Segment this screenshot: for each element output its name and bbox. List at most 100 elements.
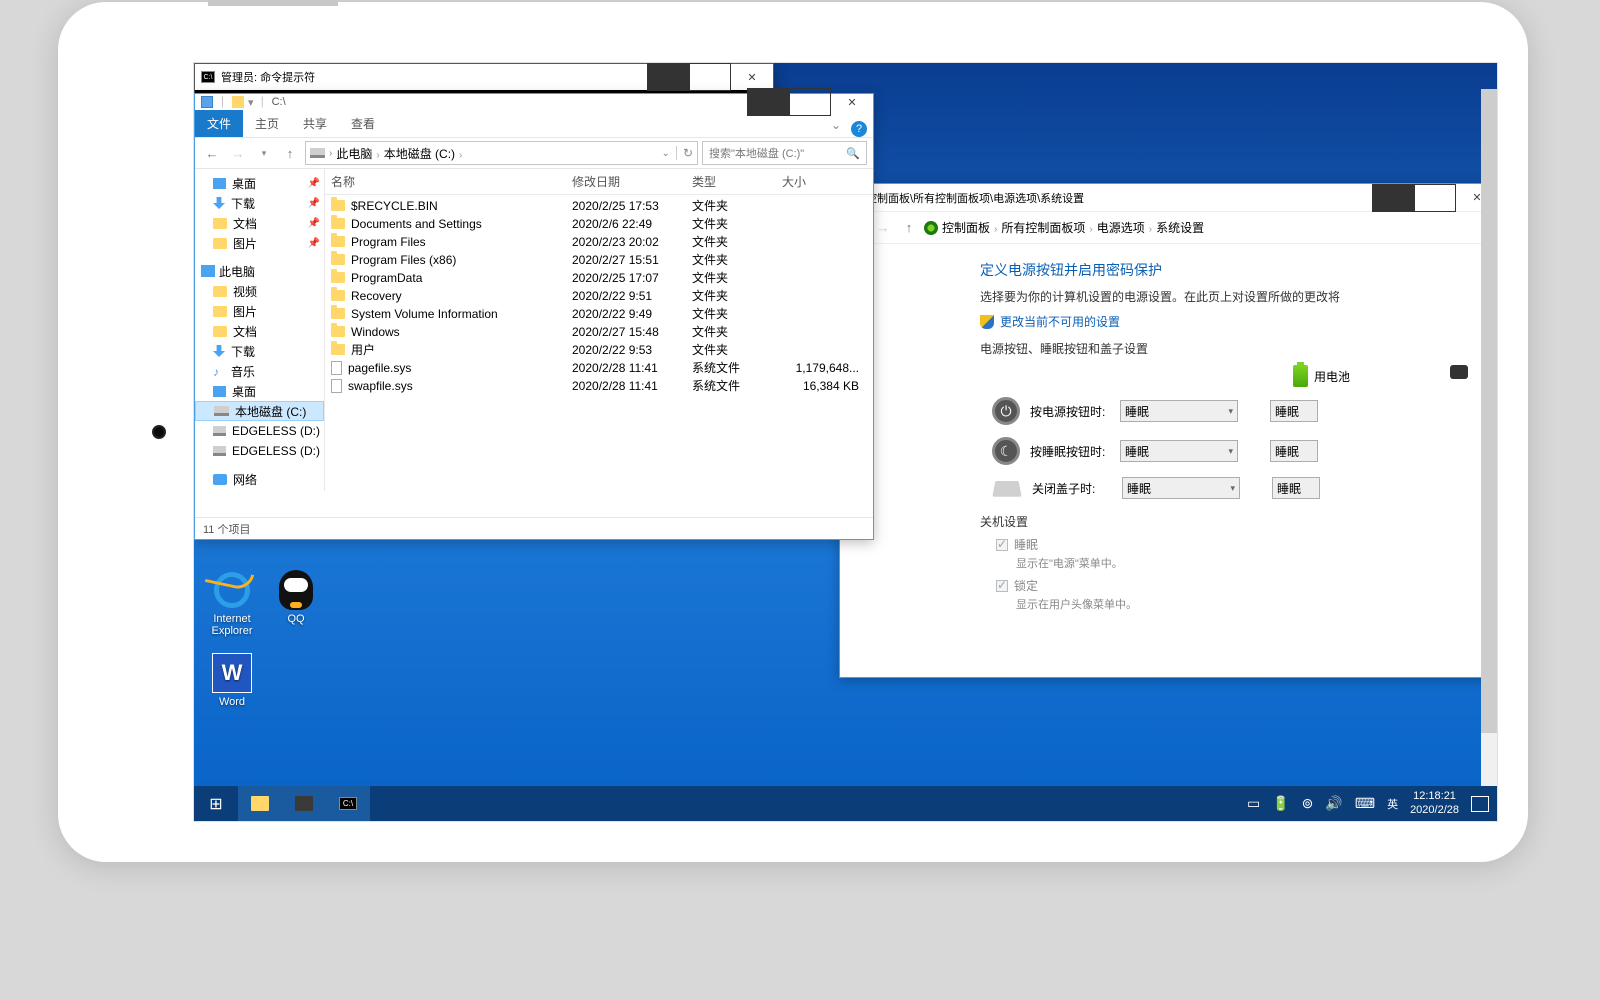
breadcrumb-item[interactable]: 此电脑 (336, 147, 372, 161)
nav-forward[interactable]: → (227, 142, 249, 164)
minimize-button[interactable] (747, 88, 789, 116)
nav-thispc[interactable]: 此电脑 (195, 261, 324, 281)
desktop-icon[interactable]: QQ (266, 570, 326, 625)
taskbar-settings[interactable] (282, 786, 326, 821)
nav-item[interactable]: 文档 (195, 321, 324, 341)
address-dropdown[interactable]: ⌄ (662, 148, 670, 159)
nav-item[interactable]: 桌面📌 (195, 173, 324, 193)
nav-back[interactable]: ← (201, 142, 223, 164)
nav-item[interactable]: EDGELESS (D:) (195, 441, 324, 461)
power-select-plugged[interactable]: 睡眠 (1270, 440, 1318, 462)
table-row[interactable]: Documents and Settings2020/2/6 22:49文件夹 (325, 213, 873, 231)
cpanel-path-icon (924, 221, 938, 235)
cmd-titlebar[interactable]: C:\ 管理员: 命令提示符 ✕ (195, 64, 773, 90)
nav-network[interactable]: 网络 (195, 469, 324, 489)
cpanel-admin-link[interactable]: 更改当前不可用的设置 (980, 313, 1498, 330)
nav-item[interactable]: 图片 (195, 301, 324, 321)
file-list[interactable]: 名称 修改日期 类型 大小 $RECYCLE.BIN2020/2/25 17:5… (325, 169, 873, 491)
nav-pane[interactable]: 桌面📌下载📌文档📌图片📌 此电脑 视频图片文档下载♪音乐桌面本地磁盘 (C:)E… (195, 169, 325, 491)
close-button[interactable]: ✕ (731, 63, 773, 91)
folder-icon (213, 286, 227, 297)
system-tray[interactable]: ▭ 🔋 ⊚ 🔊 ⌨ 英 12:18:21 2020/2/28 (1239, 786, 1497, 821)
taskbar[interactable]: ⊞ C:\ ▭ 🔋 ⊚ 🔊 ⌨ 英 12:18:21 2020/2/28 (194, 786, 1497, 821)
taskbar-explorer[interactable] (238, 786, 282, 821)
table-row[interactable]: ProgramData2020/2/25 17:07文件夹 (325, 267, 873, 285)
tablet-mode-icon[interactable]: ▭ (1247, 795, 1260, 812)
ribbon-expand[interactable]: ⌄ (821, 113, 851, 137)
col-type[interactable]: 类型 (692, 173, 782, 190)
nav-history[interactable]: ▾ (253, 142, 275, 164)
breadcrumb-item[interactable]: 所有控制面板项 (1001, 221, 1085, 235)
volume-icon[interactable]: 🔊 (1325, 795, 1342, 812)
table-row[interactable]: $RECYCLE.BIN2020/2/25 17:53文件夹 (325, 195, 873, 213)
nav-forward[interactable]: → (872, 217, 894, 239)
scrollbar[interactable] (1481, 89, 1497, 821)
cmd-title: 管理员: 命令提示符 (221, 69, 315, 85)
maximize-button[interactable] (689, 63, 731, 91)
nav-item[interactable]: ♪音乐 (195, 361, 324, 381)
col-date[interactable]: 修改日期 (572, 173, 692, 190)
nav-item[interactable]: 本地磁盘 (C:) (195, 401, 324, 421)
table-row[interactable]: System Volume Information2020/2/22 9:49文… (325, 303, 873, 321)
nav-item[interactable]: 图片📌 (195, 233, 324, 253)
explorer-window[interactable]: ｜ ▾ ｜ C:\ ✕ 文件 主页 共享 查看 ⌄ ? ← → (194, 93, 874, 540)
control-panel-window[interactable]: 控制面板\所有控制面板项\电源选项\系统设置 ✕ ← → ↑ 控制面板›所有控制… (839, 183, 1498, 678)
explorer-qat[interactable]: ｜ ▾ ｜ C:\ ✕ (195, 94, 873, 110)
table-row[interactable]: Windows2020/2/27 15:48文件夹 (325, 321, 873, 339)
minimize-button[interactable] (1372, 184, 1414, 212)
nav-up[interactable]: ↑ (279, 142, 301, 164)
power-select-battery[interactable]: 睡眠▾ (1120, 400, 1238, 422)
tab-view[interactable]: 查看 (339, 110, 387, 137)
power-select-battery[interactable]: 睡眠▾ (1120, 440, 1238, 462)
power-select-plugged[interactable]: 睡眠 (1270, 400, 1318, 422)
maximize-button[interactable] (789, 88, 831, 116)
minimize-button[interactable] (647, 63, 689, 91)
tab-file[interactable]: 文件 (195, 110, 243, 137)
col-name[interactable]: 名称 (331, 173, 572, 190)
table-row[interactable]: Program Files (x86)2020/2/27 15:51文件夹 (325, 249, 873, 267)
desktop-icon (213, 386, 226, 397)
power-select-plugged[interactable]: 睡眠 (1272, 477, 1320, 499)
search-input[interactable]: 搜索"本地磁盘 (C:)" 🔍 (702, 141, 867, 165)
breadcrumb-item[interactable]: 控制面板 (942, 221, 990, 235)
cpanel-address-bar[interactable]: ← → ↑ 控制面板›所有控制面板项›电源选项›系统设置 (840, 212, 1498, 244)
start-button[interactable]: ⊞ (194, 786, 238, 821)
table-row[interactable]: Program Files2020/2/23 20:02文件夹 (325, 231, 873, 249)
nav-item[interactable]: 文档📌 (195, 213, 324, 233)
maximize-button[interactable] (1414, 184, 1456, 212)
clock[interactable]: 12:18:21 2020/2/28 (1410, 790, 1459, 818)
col-size[interactable]: 大小 (782, 173, 867, 190)
nav-item[interactable]: 桌面 (195, 381, 324, 401)
nav-up[interactable]: ↑ (898, 217, 920, 239)
power-select-battery[interactable]: 睡眠▾ (1122, 477, 1240, 499)
nav-item[interactable]: EDGELESS (D:) (195, 421, 324, 441)
cpanel-titlebar[interactable]: 控制面板\所有控制面板项\电源选项\系统设置 ✕ (840, 184, 1498, 212)
nav-item[interactable]: 视频 (195, 281, 324, 301)
tab-share[interactable]: 共享 (291, 110, 339, 137)
nav-item[interactable]: 下载 (195, 341, 324, 361)
close-button[interactable]: ✕ (831, 88, 873, 116)
notifications-icon[interactable] (1471, 796, 1489, 812)
table-row[interactable]: pagefile.sys2020/2/28 11:41系统文件1,179,648… (325, 357, 873, 375)
battery-icon[interactable]: 🔋 (1272, 795, 1289, 812)
help-icon[interactable]: ? (851, 121, 867, 137)
plug-icon (1450, 365, 1468, 379)
power-icon: ⏻ (992, 397, 1020, 425)
keyboard-icon[interactable]: ⌨ (1355, 795, 1375, 812)
refresh-button[interactable]: ↻ (676, 146, 693, 160)
taskbar-cmd[interactable]: C:\ (326, 786, 370, 821)
table-row[interactable]: Recovery2020/2/22 9:51文件夹 (325, 285, 873, 303)
ime-indicator[interactable]: 英 (1387, 796, 1398, 812)
table-row[interactable]: 用户2020/2/22 9:53文件夹 (325, 339, 873, 357)
breadcrumb-item[interactable]: 本地磁盘 (C:) (384, 147, 455, 161)
address-bar[interactable]: › 此电脑›本地磁盘 (C:)› ⌄ ↻ (305, 141, 698, 165)
breadcrumb-item[interactable]: 系统设置 (1156, 221, 1204, 235)
wifi-icon[interactable]: ⊚ (1302, 795, 1314, 812)
desktop-icon[interactable]: WWord (202, 653, 262, 708)
desktop-icon[interactable]: Internet Explorer (202, 570, 262, 637)
cmd-icon: C:\ (339, 797, 357, 810)
table-row[interactable]: swapfile.sys2020/2/28 11:41系统文件16,384 KB (325, 375, 873, 393)
nav-item[interactable]: 下载📌 (195, 193, 324, 213)
tab-home[interactable]: 主页 (243, 110, 291, 137)
breadcrumb-item[interactable]: 电源选项 (1097, 221, 1145, 235)
